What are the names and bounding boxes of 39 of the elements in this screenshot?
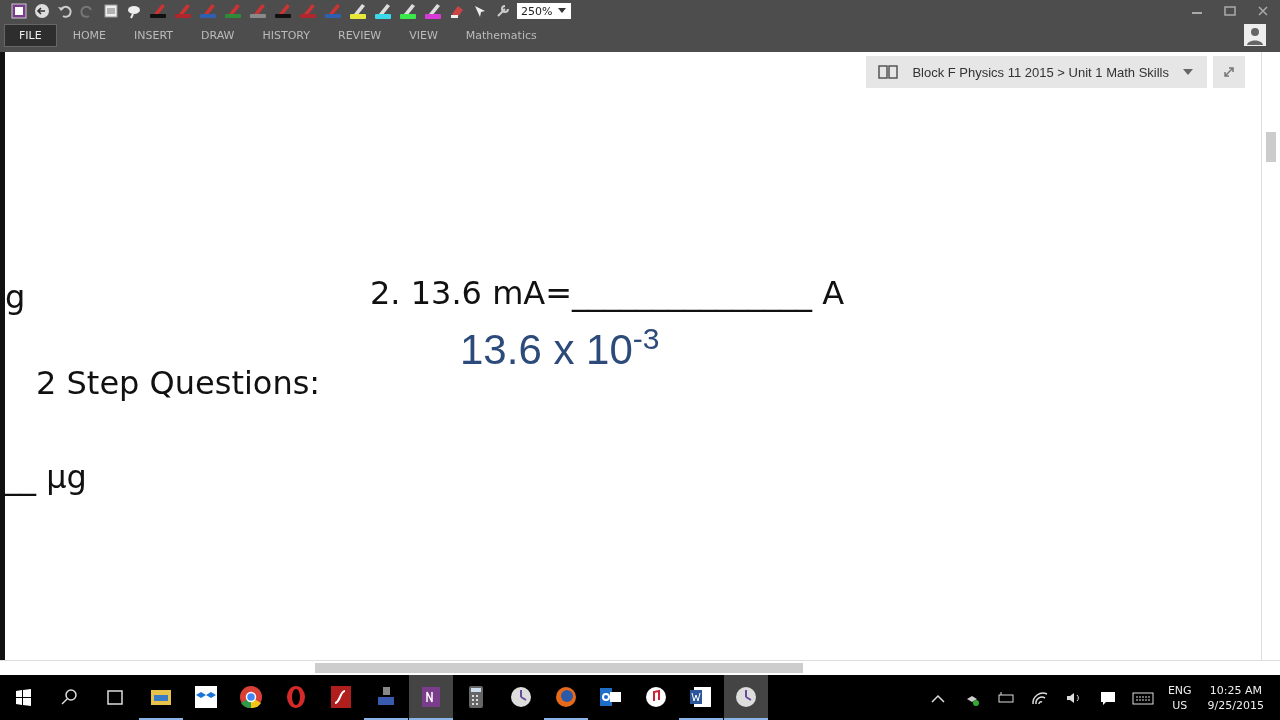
pen-icon[interactable] <box>248 2 268 20</box>
note-text: 2 Step Questions: <box>36 364 321 402</box>
pen-icon[interactable] <box>148 2 168 20</box>
zoom-dropdown[interactable]: 250% <box>517 3 571 19</box>
clock[interactable]: 10:25 AM 9/25/2015 <box>1199 682 1272 713</box>
ribbon-tab[interactable]: Mathematics <box>453 24 549 46</box>
window-icon[interactable] <box>102 2 120 20</box>
note-text: g <box>5 278 26 316</box>
globe-icon <box>553 684 578 709</box>
caret-icon <box>558 8 567 14</box>
document-icon <box>688 684 713 709</box>
ribbon-tab[interactable]: INSERT <box>122 24 185 46</box>
ribbon-tab[interactable]: HISTORY <box>250 24 322 46</box>
circle-logo-icon <box>238 684 263 709</box>
handwritten-note: 13.6 x 10$^{-3}$ <box>460 322 660 374</box>
maximize-icon[interactable] <box>1223 5 1237 17</box>
highlighter-icon[interactable] <box>398 2 418 20</box>
close-icon[interactable] <box>1256 5 1270 17</box>
horizontal-scrollbar[interactable] <box>0 660 1280 675</box>
taskbar-app[interactable] <box>723 675 768 720</box>
book-icon <box>878 64 899 80</box>
language-indicator[interactable]: ENG US <box>1159 682 1200 713</box>
ribbon-tab[interactable]: HOME <box>60 24 119 46</box>
ribbon-tab[interactable]: REVIEW <box>326 24 394 46</box>
ribbon-tab[interactable]: VIEW <box>397 24 450 46</box>
highlighter-icon[interactable] <box>348 2 368 20</box>
notebook-breadcrumb[interactable]: Block F Physics 11 2015 > Unit 1 Math Skills <box>866 56 1207 88</box>
highlighter-icon[interactable] <box>373 2 393 20</box>
caret-icon <box>1183 69 1193 75</box>
pen-icon[interactable] <box>273 2 293 20</box>
taskbar-app[interactable] <box>408 675 453 720</box>
ribbon-tab[interactable]: DRAW <box>189 24 247 46</box>
file-tab[interactable]: FILE <box>4 23 57 47</box>
clock-icon <box>508 684 533 709</box>
highlighter-icon[interactable] <box>423 2 443 20</box>
note-text: 2. 13.6 mA=_______________ A <box>370 274 845 312</box>
back-icon[interactable] <box>33 2 51 20</box>
user-avatar-icon[interactable] <box>1244 24 1266 46</box>
clock-icon <box>733 684 758 709</box>
